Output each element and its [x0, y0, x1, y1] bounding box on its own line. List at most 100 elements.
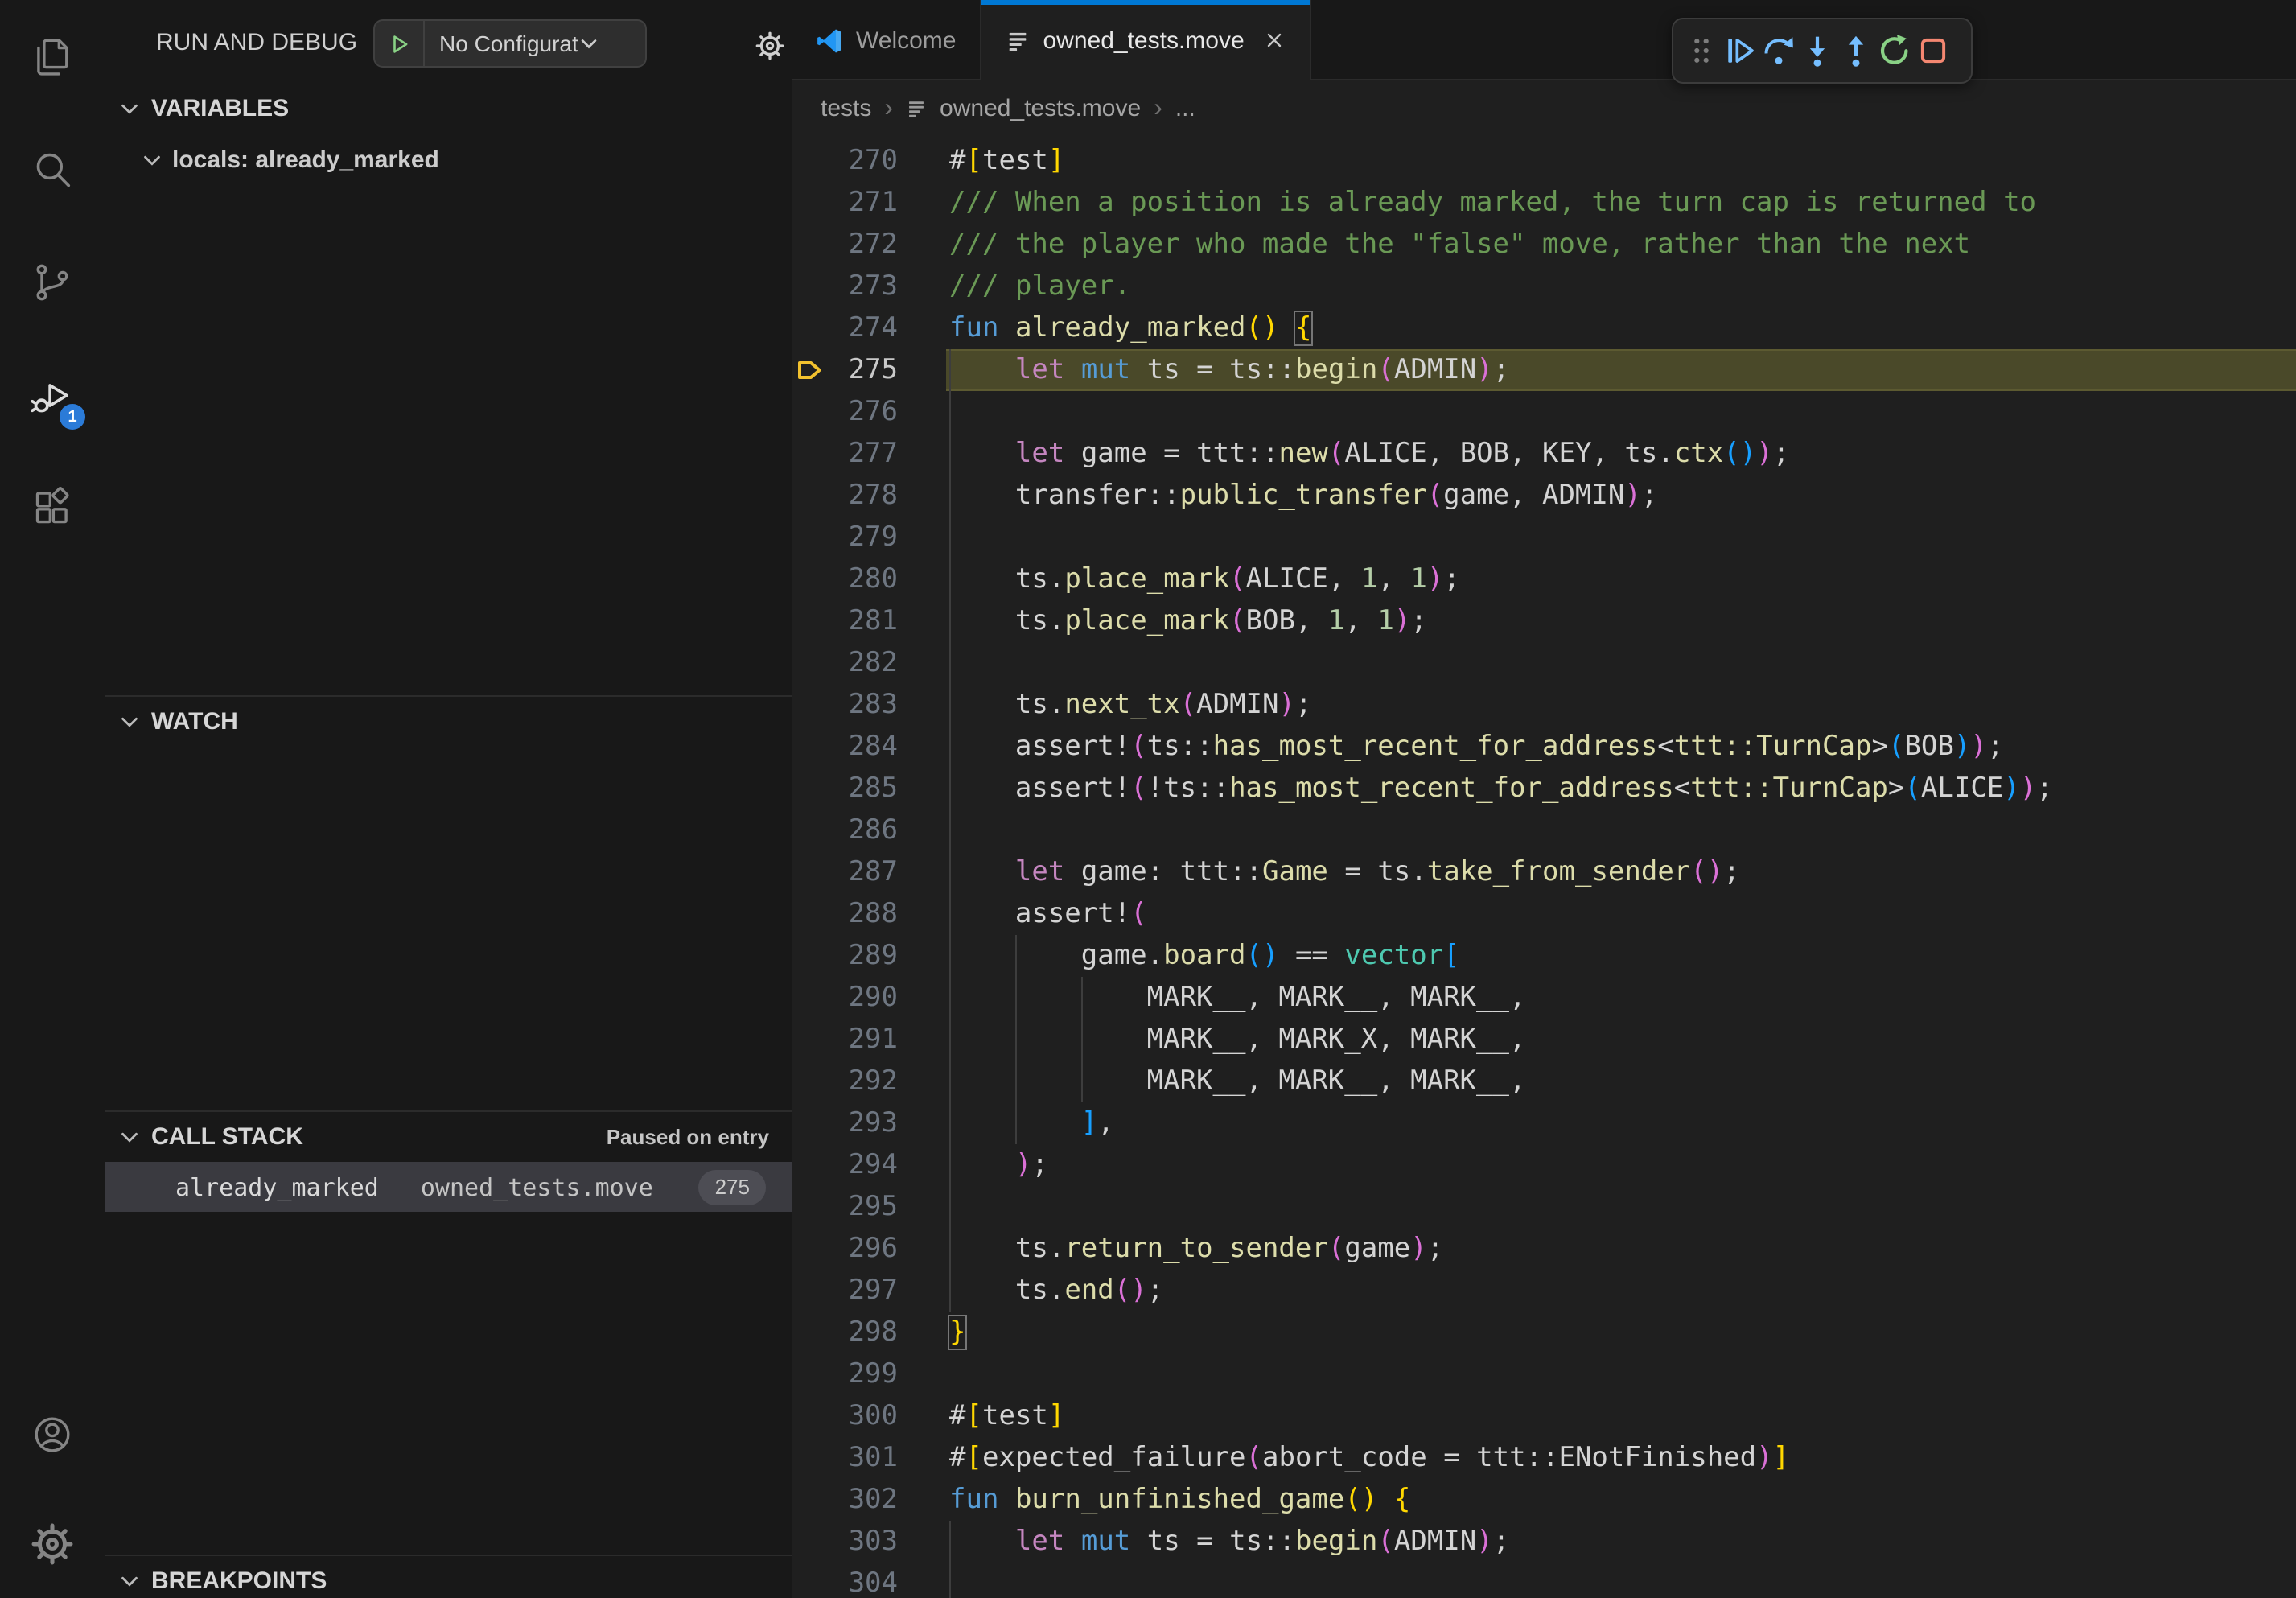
tab-welcome[interactable]: Welcome [792, 0, 982, 80]
line-number[interactable]: 299 [792, 1353, 898, 1395]
code-line[interactable]: 279 [792, 517, 2296, 558]
breadcrumb-folder[interactable]: tests [821, 95, 871, 122]
line-number[interactable]: 276 [792, 391, 898, 433]
close-icon[interactable] [1264, 29, 1286, 51]
code-line[interactable]: 286 [792, 809, 2296, 851]
code-line[interactable]: 294 ); [792, 1144, 2296, 1186]
code-line[interactable]: 270#[test] [792, 140, 2296, 182]
code-line[interactable]: 297 ts.end(); [792, 1270, 2296, 1312]
start-debugging-icon[interactable] [375, 21, 425, 66]
code-line[interactable]: 299 [792, 1353, 2296, 1395]
line-number[interactable]: 300 [792, 1395, 898, 1437]
code-line[interactable]: 290 MARK__, MARK__, MARK__, [792, 977, 2296, 1019]
breadcrumb-file[interactable]: owned_tests.move [940, 95, 1141, 122]
line-number[interactable]: 282 [792, 642, 898, 684]
code-text: ); [949, 1144, 1048, 1186]
code-line[interactable]: 285 assert!(!ts::has_most_recent_for_add… [792, 768, 2296, 809]
line-number[interactable]: 270 [792, 140, 898, 182]
line-number[interactable]: 298 [792, 1312, 898, 1353]
line-number[interactable]: 294 [792, 1144, 898, 1186]
code-line[interactable]: 276 [792, 391, 2296, 433]
tab-owned-tests[interactable]: owned_tests.move [982, 0, 1312, 80]
code-line[interactable]: 303 let mut ts = ts::begin(ADMIN); [792, 1521, 2296, 1563]
step-out-icon[interactable] [1837, 33, 1873, 68]
debug-settings-gear-icon[interactable] [755, 31, 785, 69]
line-number[interactable]: 295 [792, 1186, 898, 1228]
code-line[interactable]: 287 let game: ttt::Game = ts.take_from_s… [792, 851, 2296, 893]
code-line[interactable]: 293 ], [792, 1102, 2296, 1144]
code-line[interactable]: 284 assert!(ts::has_most_recent_for_addr… [792, 726, 2296, 768]
code-line[interactable]: 292 MARK__, MARK__, MARK__, [792, 1061, 2296, 1102]
settings-gear-icon[interactable] [0, 1489, 105, 1598]
line-number[interactable]: 280 [792, 558, 898, 600]
code-line[interactable]: 289 game.board() == vector[ [792, 935, 2296, 977]
line-number[interactable]: 292 [792, 1061, 898, 1102]
line-number[interactable]: 302 [792, 1479, 898, 1521]
code-line[interactable]: 295 [792, 1186, 2296, 1228]
run-config-dropdown[interactable]: No Configuration [373, 19, 647, 68]
code-line[interactable]: 274fun already_marked() { [792, 307, 2296, 349]
extensions-icon[interactable] [0, 451, 105, 563]
line-number[interactable]: 284 [792, 726, 898, 768]
code-area[interactable]: 270#[test]271/// When a position is alre… [792, 137, 2296, 1598]
search-icon[interactable] [0, 113, 105, 225]
code-line[interactable]: 283 ts.next_tx(ADMIN); [792, 684, 2296, 726]
line-number[interactable]: 281 [792, 600, 898, 642]
line-number[interactable]: 297 [792, 1270, 898, 1312]
line-number[interactable]: 271 [792, 182, 898, 224]
code-line[interactable]: 302fun burn_unfinished_game() { [792, 1479, 2296, 1521]
section-variables[interactable]: VARIABLES [105, 84, 792, 132]
line-number[interactable]: 286 [792, 809, 898, 851]
code-line[interactable]: 298} [792, 1312, 2296, 1353]
code-line[interactable]: 275 let mut ts = ts::begin(ADMIN); [792, 349, 2296, 391]
line-number[interactable]: 296 [792, 1228, 898, 1270]
code-line[interactable]: 273/// player. [792, 266, 2296, 307]
continue-icon[interactable] [1722, 33, 1757, 68]
account-icon[interactable] [0, 1379, 105, 1489]
toolbar-drag-handle[interactable] [1683, 33, 1718, 68]
line-number[interactable]: 287 [792, 851, 898, 893]
code-line[interactable]: 301#[expected_failure(abort_code = ttt::… [792, 1437, 2296, 1479]
line-number[interactable]: 274 [792, 307, 898, 349]
line-number[interactable]: 279 [792, 517, 898, 558]
code-line[interactable]: 288 assert!( [792, 893, 2296, 935]
variables-scope-row[interactable]: locals: already_marked [105, 135, 792, 183]
line-number[interactable]: 303 [792, 1521, 898, 1563]
line-number[interactable]: 285 [792, 768, 898, 809]
line-number[interactable]: 291 [792, 1019, 898, 1061]
line-number[interactable]: 277 [792, 433, 898, 475]
code-line[interactable]: 278 transfer::public_transfer(game, ADMI… [792, 475, 2296, 517]
section-call-stack[interactable]: CALL STACK Paused on entry [105, 1110, 792, 1160]
code-line[interactable]: 304 [792, 1563, 2296, 1598]
call-stack-frame-row[interactable]: already_marked owned_tests.move 275 [105, 1162, 792, 1212]
section-breakpoints[interactable]: BREAKPOINTS [105, 1555, 792, 1598]
line-number[interactable]: 288 [792, 893, 898, 935]
line-number[interactable]: 304 [792, 1563, 898, 1598]
stop-icon[interactable] [1915, 33, 1950, 68]
line-number[interactable]: 278 [792, 475, 898, 517]
restart-icon[interactable] [1876, 33, 1911, 68]
code-line[interactable]: 282 [792, 642, 2296, 684]
code-line[interactable]: 277 let game = ttt::new(ALICE, BOB, KEY,… [792, 433, 2296, 475]
code-line[interactable]: 300#[test] [792, 1395, 2296, 1437]
line-number[interactable]: 290 [792, 977, 898, 1019]
explorer-icon[interactable] [0, 0, 105, 113]
code-line[interactable]: 296 ts.return_to_sender(game); [792, 1228, 2296, 1270]
code-line[interactable]: 291 MARK__, MARK_X, MARK__, [792, 1019, 2296, 1061]
run-and-debug-icon[interactable]: 1 [0, 338, 105, 451]
code-line[interactable]: 280 ts.place_mark(ALICE, 1, 1); [792, 558, 2296, 600]
line-number[interactable]: 283 [792, 684, 898, 726]
breadcrumb-symbol[interactable]: ... [1175, 95, 1195, 122]
section-watch[interactable]: WATCH [105, 695, 792, 745]
step-over-icon[interactable] [1760, 33, 1796, 68]
code-line[interactable]: 272/// the player who made the "false" m… [792, 224, 2296, 266]
line-number[interactable]: 293 [792, 1102, 898, 1144]
source-control-icon[interactable] [0, 225, 105, 338]
line-number[interactable]: 301 [792, 1437, 898, 1479]
code-line[interactable]: 281 ts.place_mark(BOB, 1, 1); [792, 600, 2296, 642]
code-line[interactable]: 271/// When a position is already marked… [792, 182, 2296, 224]
step-into-icon[interactable] [1799, 33, 1834, 68]
line-number[interactable]: 272 [792, 224, 898, 266]
line-number[interactable]: 273 [792, 266, 898, 307]
line-number[interactable]: 289 [792, 935, 898, 977]
